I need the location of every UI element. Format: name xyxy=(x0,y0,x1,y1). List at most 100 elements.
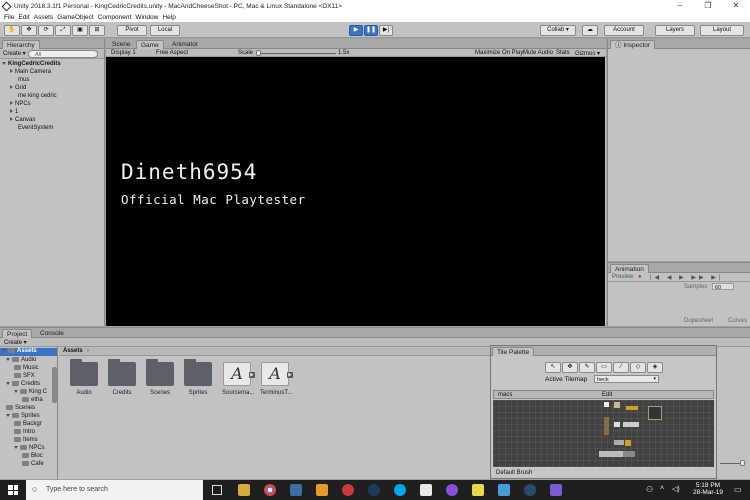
app-icon[interactable] xyxy=(446,484,458,496)
menu-component[interactable]: Component xyxy=(98,14,132,21)
tree-item[interactable]: SFX xyxy=(14,373,35,379)
menu-gameobject[interactable]: GameObject xyxy=(57,14,94,21)
step-button[interactable]: ▶| xyxy=(379,25,393,36)
file-explorer-icon[interactable] xyxy=(238,484,250,496)
skype-icon[interactable] xyxy=(394,484,406,496)
palette-select[interactable]: macs xyxy=(498,392,512,398)
picker-icon[interactable]: ⁄ xyxy=(613,362,629,373)
tile[interactable] xyxy=(614,422,620,427)
tree-root-assets[interactable]: Assets xyxy=(0,348,57,356)
taskbar-search-box[interactable]: ○ Type here to search xyxy=(26,480,203,500)
tree-item[interactable]: Cafe xyxy=(22,461,44,467)
asset-folder[interactable]: Scenes xyxy=(145,359,175,396)
tile[interactable] xyxy=(614,402,620,408)
pivot-button[interactable]: Pivot xyxy=(117,25,147,36)
tile[interactable] xyxy=(604,402,609,407)
active-tilemap-select[interactable]: heck ▾ xyxy=(594,375,659,383)
media-player-icon[interactable] xyxy=(316,484,328,496)
preview-toggle[interactable]: Preview xyxy=(612,274,633,280)
sticky-notes-icon[interactable] xyxy=(472,484,484,496)
playback-controls[interactable]: |◀ ◀ ▶ ▶▶ ▶| xyxy=(650,274,723,281)
tab-scene[interactable]: Scene xyxy=(108,40,134,49)
transform-tool-icon[interactable]: ⊞ xyxy=(89,25,105,36)
project-create-button[interactable]: Create ▾ xyxy=(4,339,27,346)
hierarchy-item[interactable]: mus xyxy=(18,77,29,83)
chrome-icon[interactable] xyxy=(264,484,276,496)
samples-input[interactable]: 60 xyxy=(712,283,734,291)
steam-icon[interactable] xyxy=(368,484,380,496)
rotate-tool-icon[interactable]: ⟳ xyxy=(38,25,54,36)
select-tool-icon[interactable]: ↖ xyxy=(545,362,561,373)
layers-button[interactable]: Layers xyxy=(655,25,695,36)
display-select[interactable]: Display 1 xyxy=(111,50,136,56)
app-icon[interactable] xyxy=(498,484,510,496)
record-button[interactable]: ● xyxy=(638,274,642,280)
game-view[interactable]: Dineth6954 Official Mac Playtester xyxy=(106,57,605,326)
menu-help[interactable]: Help xyxy=(162,14,175,21)
hand-tool-icon[interactable]: ✋ xyxy=(4,25,20,36)
scale-slider-handle[interactable] xyxy=(256,50,261,56)
maximize-on-play-toggle[interactable]: Maximize On Play xyxy=(475,50,523,56)
chevron-up-icon[interactable]: ˄ xyxy=(660,485,664,492)
hierarchy-item[interactable]: Canvas xyxy=(10,117,35,123)
notifications-icon[interactable]: ▭ xyxy=(734,485,742,494)
tree-item[interactable]: Intro xyxy=(14,429,35,435)
hierarchy-item[interactable]: 1 xyxy=(10,109,18,115)
tab-inspector[interactable]: ⓘ Inspector xyxy=(610,40,656,49)
layout-button[interactable]: Layout xyxy=(700,25,744,36)
menu-file[interactable]: File xyxy=(4,14,14,21)
cloud-icon[interactable]: ☁ xyxy=(582,25,598,36)
asset-folder[interactable]: Audio xyxy=(69,359,99,396)
palette-grid[interactable] xyxy=(493,400,714,467)
fill-bucket-icon[interactable]: ◈ xyxy=(647,362,663,373)
tree-item[interactable]: Items xyxy=(14,437,38,443)
asset-font[interactable]: A Sourcema... xyxy=(222,362,254,396)
unity-taskbar-icon[interactable] xyxy=(420,484,432,496)
maximize-button[interactable]: ❐ xyxy=(694,0,722,12)
scale-slider[interactable] xyxy=(256,53,336,54)
tile[interactable] xyxy=(599,451,623,457)
tree-item[interactable]: NPCs xyxy=(14,445,45,451)
curves-tab[interactable]: Curves xyxy=(728,318,747,324)
edit-toggle[interactable]: Edit xyxy=(602,392,612,398)
tree-item[interactable]: King C xyxy=(14,389,47,395)
eraser-icon[interactable]: ◇ xyxy=(630,362,646,373)
app-icon[interactable] xyxy=(550,484,562,496)
tree-item[interactable]: Credits xyxy=(6,381,40,387)
gizmos-dropdown[interactable]: Gizmos ▾ xyxy=(575,50,600,57)
expand-arrow-icon[interactable]: ▶ xyxy=(249,372,255,378)
tab-console[interactable]: Console xyxy=(36,329,68,338)
firefox-icon[interactable] xyxy=(342,484,354,496)
brush-select[interactable]: Default Brush xyxy=(496,470,532,476)
people-icon[interactable]: ⚇ xyxy=(646,485,653,494)
paint-brush-icon[interactable]: ✎ xyxy=(579,362,595,373)
asset-font[interactable]: A TerminusT... xyxy=(260,362,292,396)
close-button[interactable]: ✕ xyxy=(722,0,750,12)
hierarchy-item[interactable]: NPCs xyxy=(10,101,31,107)
tree-item[interactable]: Backgr xyxy=(14,421,42,427)
steam-icon[interactable] xyxy=(524,484,536,496)
scene-root[interactable]: KingCedricCredits xyxy=(2,61,61,67)
tile[interactable] xyxy=(648,406,662,420)
tab-hierarchy[interactable]: Hierarchy xyxy=(2,40,40,49)
tree-item[interactable]: Scenes xyxy=(6,405,35,411)
local-button[interactable]: Local xyxy=(150,25,180,36)
tree-item[interactable]: Sprites xyxy=(6,413,40,419)
hierarchy-item[interactable]: EventSystem xyxy=(18,125,53,131)
asset-folder[interactable]: Credits xyxy=(107,359,137,396)
scale-tool-icon[interactable]: ⤢ xyxy=(55,25,71,36)
task-view-icon[interactable] xyxy=(212,485,222,495)
stats-toggle[interactable]: Stats xyxy=(556,50,570,56)
rect-tool-icon[interactable]: ▣ xyxy=(72,25,88,36)
menu-window[interactable]: Window xyxy=(135,14,158,21)
tab-animator[interactable]: Animator xyxy=(168,40,202,49)
hierarchy-item[interactable]: Main Camera xyxy=(10,69,51,75)
tile[interactable] xyxy=(625,440,631,446)
tile[interactable] xyxy=(632,406,638,410)
play-button[interactable]: ▶ xyxy=(349,25,363,36)
asset-folder[interactable]: Sprites xyxy=(183,359,213,396)
tab-tile-palette[interactable]: Tile Palette xyxy=(492,347,535,356)
account-button[interactable]: Account xyxy=(604,25,644,36)
collab-button[interactable]: Collab ▾ xyxy=(540,25,576,36)
move-tool-icon[interactable]: ✥ xyxy=(562,362,578,373)
